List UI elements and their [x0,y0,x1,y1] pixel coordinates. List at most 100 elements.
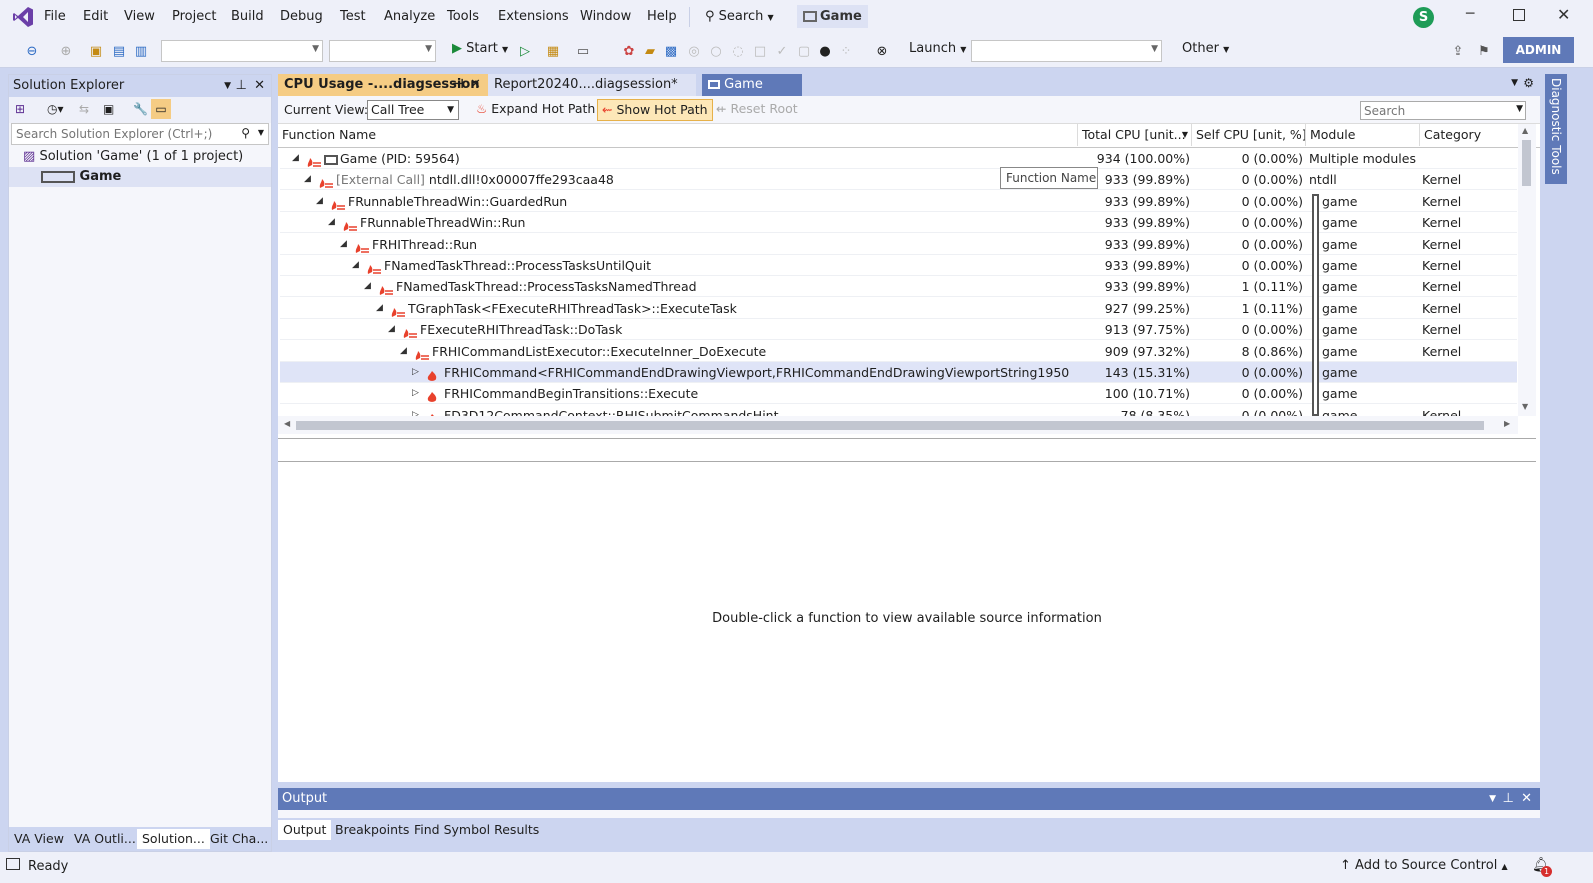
scroll-thumb[interactable] [296,421,1484,430]
search-input[interactable] [12,124,232,144]
column-category[interactable]: Category [1420,124,1518,146]
browse-icon[interactable]: ▦ [543,41,563,61]
table-row[interactable]: ◢ [External Call] ntdll.dll!0x00007ffe293… [280,169,1517,191]
pin-icon[interactable]: ⊣ [452,74,464,96]
table-row[interactable]: ◢ FRunnableThreadWin::Run 933 (99.89%) 0 (0… [280,212,1517,234]
user-avatar[interactable]: S [1413,7,1434,28]
tab-find-symbol-results[interactable]: Find Symbol Results [409,820,544,840]
folder-icon[interactable]: ▰ [640,41,660,61]
table-row[interactable]: ◢ FNamedTaskThread::ProcessTasksUntilQuit… [280,255,1517,276]
show-hot-path-button[interactable]: ⇜ Show Hot Path [597,99,713,121]
pin-icon[interactable]: ⊥ [236,75,247,97]
collapse-arrow-icon[interactable]: ◢ [328,212,335,233]
menu-project[interactable]: Project [172,9,216,24]
save-all-icon[interactable]: ▥ [131,41,151,61]
table-row[interactable]: ◢ FRHIThread::Run 933 (99.89%) 0 (0.00%) gam… [280,234,1517,255]
vertical-scrollbar[interactable]: ▲ ▼ [1518,124,1536,416]
scroll-thumb[interactable] [1522,140,1531,186]
visual-studio-logo-icon[interactable] [12,6,34,28]
properties-icon[interactable]: 🔧 [133,102,148,116]
other-dropdown[interactable]: Other ▼ [1182,41,1229,56]
preview-icon[interactable]: ▭ [151,99,171,119]
expand-arrow-icon[interactable]: ▷ [412,405,419,416]
configuration-dropdown[interactable]: ▼ [161,40,323,62]
add-to-source-control-button[interactable]: ↑ Add to Source Control ▲ [1340,858,1508,873]
share-icon[interactable]: ⇪ [1448,41,1468,61]
tab-output[interactable]: Output [278,820,332,840]
chevron-down-icon[interactable]: ▼ [1516,104,1523,114]
tab-report[interactable]: Report20240....diagsession* [488,74,696,96]
menu-build[interactable]: Build [231,9,264,24]
table-row[interactable]: ◢ TGraphTask<FExecuteRHIThreadTask>::Exec… [280,298,1517,319]
collapse-arrow-icon[interactable]: ◢ [352,255,359,276]
scroll-down-icon[interactable]: ▼ [1522,402,1528,411]
tab-va-view[interactable]: VA View [9,829,69,849]
table-row[interactable]: ◢ FExecuteRHIThreadTask::DoTask 913 (97.75… [280,319,1517,341]
save-icon[interactable]: ▤ [109,41,129,61]
report-search-box[interactable]: ▼ [1360,101,1526,120]
collapse-arrow-icon[interactable]: ◢ [340,234,347,255]
table-row[interactable]: ◢ FRHICommandListExecutor::ExecuteInner_D… [280,341,1517,362]
close-button[interactable]: ✕ [1557,5,1570,24]
diagnostic-tools-side-tab[interactable]: Diagnostic Tools [1545,74,1567,184]
dropdown-icon[interactable]: ▼ [224,75,231,97]
stop-icon[interactable]: ⊗ [872,41,892,61]
close-icon[interactable]: ✕ [254,75,265,97]
gear-icon[interactable]: ⚙ [1523,76,1534,90]
menu-help[interactable]: Help [647,9,677,24]
minimize-button[interactable]: ─ [1466,6,1474,22]
record-icon[interactable]: ● [815,41,835,61]
tab-list-icon[interactable]: ▼ [1511,78,1518,88]
collapse-arrow-icon[interactable]: ◢ [364,276,371,297]
table-row[interactable]: ◢ Game (PID: 59564) 934 (100.00%) 0 (0.00%)… [280,148,1517,169]
menu-file[interactable]: File [44,9,66,24]
menu-window[interactable]: Window [580,9,631,24]
scroll-right-icon[interactable]: ▶ [1504,419,1510,428]
screenshot-icon[interactable]: ▩ [661,41,681,61]
dropdown-icon[interactable]: ▼ [1489,788,1496,810]
table-row[interactable]: ◢ FRunnableThreadWin::GuardedRun 933 (99.8… [280,191,1517,212]
scroll-left-icon[interactable]: ◀ [284,419,290,428]
column-total-cpu[interactable]: Total CPU [unit... ▼ [1078,124,1192,146]
notifications-button[interactable]: 🔔︎ 1 [1532,857,1552,877]
table-row[interactable]: ◢ FNamedTaskThread::ProcessTasksNamedThre… [280,276,1517,298]
start-button[interactable]: ▶ Start ▼ [452,41,508,56]
tab-va-outline[interactable]: VA Outli... [69,829,141,849]
navigate-back-icon[interactable]: ⊖ [22,41,42,61]
table-row[interactable]: ▷ FRHICommand<FRHICommandEndDrawingViewpo… [280,362,1517,383]
column-self-cpu[interactable]: Self CPU [unit, %] [1192,124,1306,146]
project-tree-item[interactable]: Game [9,167,271,187]
close-icon[interactable]: ✕ [1521,788,1532,810]
collapse-arrow-icon[interactable]: ◢ [388,319,395,340]
history-icon[interactable]: ◷▾ [47,102,64,116]
column-module[interactable]: Module [1306,124,1420,146]
new-project-icon[interactable]: ▣ [86,41,106,61]
collapse-arrow-icon[interactable]: ◢ [400,341,407,362]
tab-breakpoints[interactable]: Breakpoints [330,820,414,840]
close-icon[interactable]: ✕ [470,74,481,96]
menu-edit[interactable]: Edit [83,9,108,24]
platform-dropdown[interactable]: ▼ [329,40,436,62]
chevron-down-icon[interactable]: ▼ [258,128,264,137]
column-function-name[interactable]: Function Name [278,124,1078,146]
splitter[interactable] [278,438,1536,462]
tab-game[interactable]: Game [702,74,802,96]
menu-analyze[interactable]: Analyze [384,9,435,24]
launch-dropdown[interactable]: Launch ▼ [909,41,966,56]
vs-switch-icon[interactable]: ⊞ [15,102,25,116]
collapse-arrow-icon[interactable]: ◢ [292,148,299,169]
tab-git-changes[interactable]: Git Cha... [205,829,273,849]
menu-extensions[interactable]: Extensions [498,9,569,24]
tab-cpu-usage[interactable]: CPU Usage -....diagsession ⊣ ✕ [278,74,488,96]
layout-icon[interactable]: ▭ [573,41,593,61]
horizontal-scrollbar[interactable]: ◀ ▶ [278,416,1518,434]
solution-tree-item[interactable]: ▨ Solution 'Game' (1 of 1 project) [9,147,271,167]
pin-icon[interactable]: ⊥ [1503,788,1514,810]
search-menu[interactable]: ⚲ Search ▼ [705,9,774,24]
menu-test[interactable]: Test [340,9,366,24]
collapse-icon[interactable]: ▣ [103,102,114,116]
tab-solution-explorer[interactable]: Solution... [137,829,210,849]
menu-view[interactable]: View [124,9,155,24]
attach-icon[interactable]: ✿ [619,41,639,61]
menu-debug[interactable]: Debug [280,9,323,24]
